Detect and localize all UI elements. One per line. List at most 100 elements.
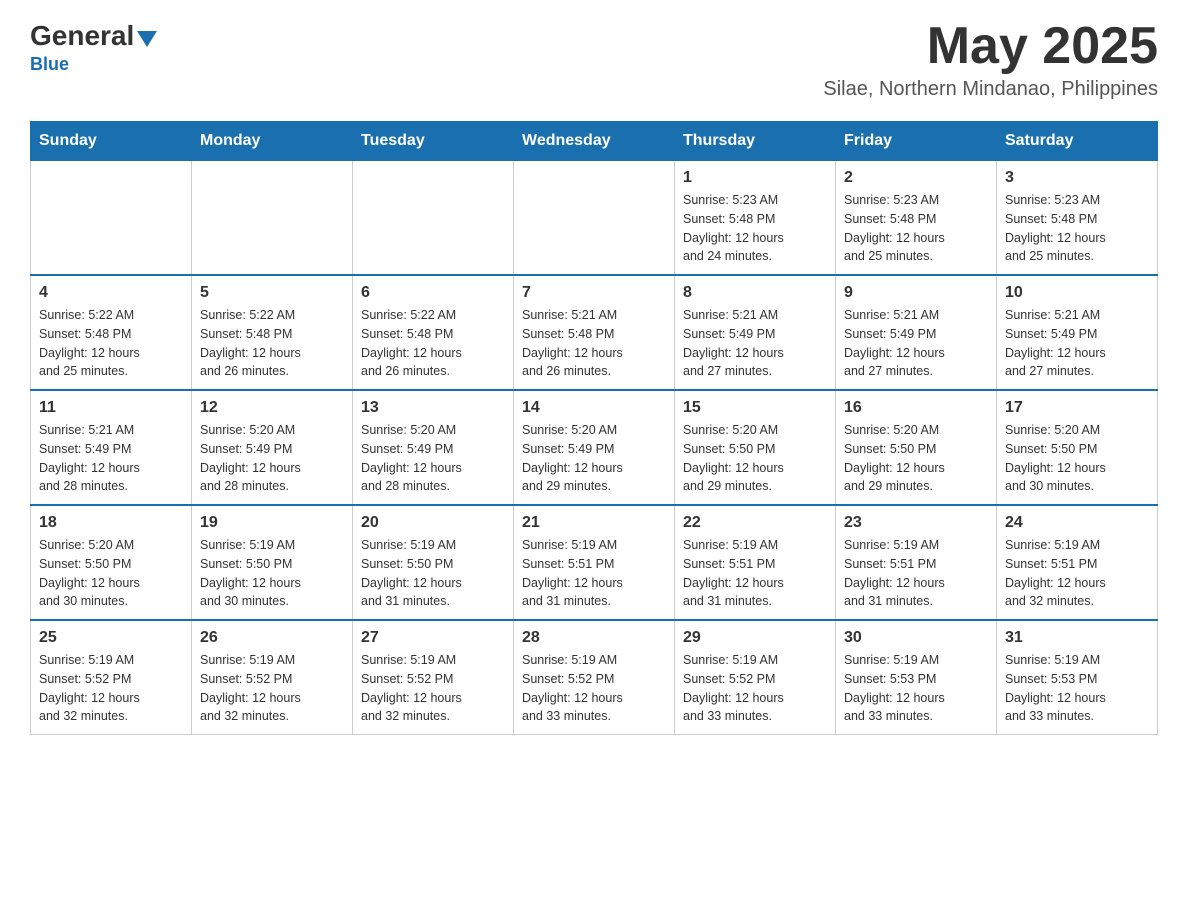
day-info: Sunrise: 5:19 AMSunset: 5:51 PMDaylight:… [683,536,827,611]
day-number: 8 [683,284,827,302]
calendar-cell: 14Sunrise: 5:20 AMSunset: 5:49 PMDayligh… [514,390,675,505]
calendar-week-row: 1 Sunrise: 5:23 AMSunset: 5:48 PMDaylight… [31,161,1158,276]
page-header: General Blue May 2025 Silae, Northern Mi… [30,20,1158,101]
calendar-cell: 4 Sunrise: 5:22 AMSunset: 5:48 PMDaylight… [31,275,192,390]
calendar-cell: 31 Sunrise: 5:19 AMSunset: 5:53 PMDayligh… [997,620,1158,735]
day-number: 10 [1005,284,1149,302]
day-number: 20 [361,514,505,532]
calendar-week-row: 18 Sunrise: 5:20 AMSunset: 5:50 PMDayligh… [31,505,1158,620]
weekday-header-wednesday: Wednesday [514,122,675,161]
calendar-cell: 5 Sunrise: 5:22 AMSunset: 5:48 PMDaylight… [192,275,353,390]
day-info: Sunrise: 5:20 AMSunset: 5:50 PMDaylight:… [1005,421,1149,496]
logo-general-text: General [30,20,134,52]
day-number: 27 [361,629,505,647]
day-number: 1 [683,169,827,187]
calendar-cell: 30Sunrise: 5:19 AMSunset: 5:53 PMDayligh… [836,620,997,735]
calendar-week-row: 25 Sunrise: 5:19 AMSunset: 5:52 PMDayligh… [31,620,1158,735]
day-number: 31 [1005,629,1149,647]
day-number: 22 [683,514,827,532]
calendar-cell [192,161,353,276]
calendar-cell: 11 Sunrise: 5:21 AMSunset: 5:49 PMDayligh… [31,390,192,505]
day-info: Sunrise: 5:19 AMSunset: 5:53 PMDaylight:… [1005,651,1149,726]
day-info: Sunrise: 5:23 AMSunset: 5:48 PMDaylight:… [1005,191,1149,266]
day-number: 9 [844,284,988,302]
day-info: Sunrise: 5:19 AMSunset: 5:50 PMDaylight:… [361,536,505,611]
day-info: Sunrise: 5:19 AMSunset: 5:51 PMDaylight:… [844,536,988,611]
calendar-cell: 18 Sunrise: 5:20 AMSunset: 5:50 PMDayligh… [31,505,192,620]
calendar-cell: 24 Sunrise: 5:19 AMSunset: 5:51 PMDayligh… [997,505,1158,620]
day-number: 25 [39,629,183,647]
day-info: Sunrise: 5:21 AMSunset: 5:49 PMDaylight:… [39,421,183,496]
day-number: 26 [200,629,344,647]
day-number: 24 [1005,514,1149,532]
day-info: Sunrise: 5:22 AMSunset: 5:48 PMDaylight:… [361,306,505,381]
day-info: Sunrise: 5:19 AMSunset: 5:53 PMDaylight:… [844,651,988,726]
calendar-cell: 25 Sunrise: 5:19 AMSunset: 5:52 PMDayligh… [31,620,192,735]
weekday-header-tuesday: Tuesday [353,122,514,161]
day-info: Sunrise: 5:19 AMSunset: 5:51 PMDaylight:… [522,536,666,611]
day-info: Sunrise: 5:21 AMSunset: 5:48 PMDaylight:… [522,306,666,381]
calendar-cell: 6Sunrise: 5:22 AMSunset: 5:48 PMDaylight… [353,275,514,390]
day-info: Sunrise: 5:23 AMSunset: 5:48 PMDaylight:… [683,191,827,266]
day-number: 7 [522,284,666,302]
calendar-cell: 21 Sunrise: 5:19 AMSunset: 5:51 PMDayligh… [514,505,675,620]
day-number: 18 [39,514,183,532]
calendar-cell: 1 Sunrise: 5:23 AMSunset: 5:48 PMDaylight… [675,161,836,276]
day-number: 11 [39,399,183,417]
calendar-cell: 7 Sunrise: 5:21 AMSunset: 5:48 PMDaylight… [514,275,675,390]
day-info: Sunrise: 5:19 AMSunset: 5:52 PMDaylight:… [200,651,344,726]
calendar-cell: 27Sunrise: 5:19 AMSunset: 5:52 PMDayligh… [353,620,514,735]
calendar-cell: 15Sunrise: 5:20 AMSunset: 5:50 PMDayligh… [675,390,836,505]
month-year-title: May 2025 [823,20,1158,72]
day-info: Sunrise: 5:20 AMSunset: 5:50 PMDaylight:… [39,536,183,611]
day-info: Sunrise: 5:20 AMSunset: 5:50 PMDaylight:… [844,421,988,496]
day-number: 23 [844,514,988,532]
calendar-table: SundayMondayTuesdayWednesdayThursdayFrid… [30,121,1158,735]
calendar-cell [353,161,514,276]
calendar-cell [31,161,192,276]
calendar-cell: 2 Sunrise: 5:23 AMSunset: 5:48 PMDaylight… [836,161,997,276]
weekday-header-friday: Friday [836,122,997,161]
logo-triangle-icon [137,31,157,47]
day-info: Sunrise: 5:19 AMSunset: 5:52 PMDaylight:… [683,651,827,726]
day-info: Sunrise: 5:19 AMSunset: 5:51 PMDaylight:… [1005,536,1149,611]
day-number: 4 [39,284,183,302]
day-number: 21 [522,514,666,532]
weekday-header-saturday: Saturday [997,122,1158,161]
day-number: 2 [844,169,988,187]
calendar-cell: 8 Sunrise: 5:21 AMSunset: 5:49 PMDaylight… [675,275,836,390]
location-subtitle: Silae, Northern Mindanao, Philippines [823,78,1158,101]
calendar-header-row: SundayMondayTuesdayWednesdayThursdayFrid… [31,122,1158,161]
day-number: 12 [200,399,344,417]
day-number: 5 [200,284,344,302]
day-info: Sunrise: 5:20 AMSunset: 5:50 PMDaylight:… [683,421,827,496]
calendar-cell: 9Sunrise: 5:21 AMSunset: 5:49 PMDaylight… [836,275,997,390]
day-info: Sunrise: 5:21 AMSunset: 5:49 PMDaylight:… [683,306,827,381]
day-info: Sunrise: 5:21 AMSunset: 5:49 PMDaylight:… [1005,306,1149,381]
day-info: Sunrise: 5:22 AMSunset: 5:48 PMDaylight:… [39,306,183,381]
day-number: 17 [1005,399,1149,417]
calendar-cell: 20 Sunrise: 5:19 AMSunset: 5:50 PMDayligh… [353,505,514,620]
logo: General Blue [30,20,157,75]
calendar-cell: 19Sunrise: 5:19 AMSunset: 5:50 PMDayligh… [192,505,353,620]
weekday-header-monday: Monday [192,122,353,161]
calendar-cell: 23 Sunrise: 5:19 AMSunset: 5:51 PMDayligh… [836,505,997,620]
day-info: Sunrise: 5:20 AMSunset: 5:49 PMDaylight:… [361,421,505,496]
day-number: 28 [522,629,666,647]
day-number: 29 [683,629,827,647]
calendar-cell: 29 Sunrise: 5:19 AMSunset: 5:52 PMDayligh… [675,620,836,735]
calendar-cell: 10 Sunrise: 5:21 AMSunset: 5:49 PMDayligh… [997,275,1158,390]
day-number: 19 [200,514,344,532]
calendar-cell [514,161,675,276]
calendar-cell: 22 Sunrise: 5:19 AMSunset: 5:51 PMDayligh… [675,505,836,620]
calendar-cell: 3Sunrise: 5:23 AMSunset: 5:48 PMDaylight… [997,161,1158,276]
calendar-cell: 26 Sunrise: 5:19 AMSunset: 5:52 PMDayligh… [192,620,353,735]
day-info: Sunrise: 5:23 AMSunset: 5:48 PMDaylight:… [844,191,988,266]
calendar-cell: 16Sunrise: 5:20 AMSunset: 5:50 PMDayligh… [836,390,997,505]
weekday-header-sunday: Sunday [31,122,192,161]
weekday-header-thursday: Thursday [675,122,836,161]
day-info: Sunrise: 5:19 AMSunset: 5:52 PMDaylight:… [39,651,183,726]
calendar-cell: 17 Sunrise: 5:20 AMSunset: 5:50 PMDayligh… [997,390,1158,505]
day-info: Sunrise: 5:22 AMSunset: 5:48 PMDaylight:… [200,306,344,381]
title-block: May 2025 Silae, Northern Mindanao, Phili… [823,20,1158,101]
